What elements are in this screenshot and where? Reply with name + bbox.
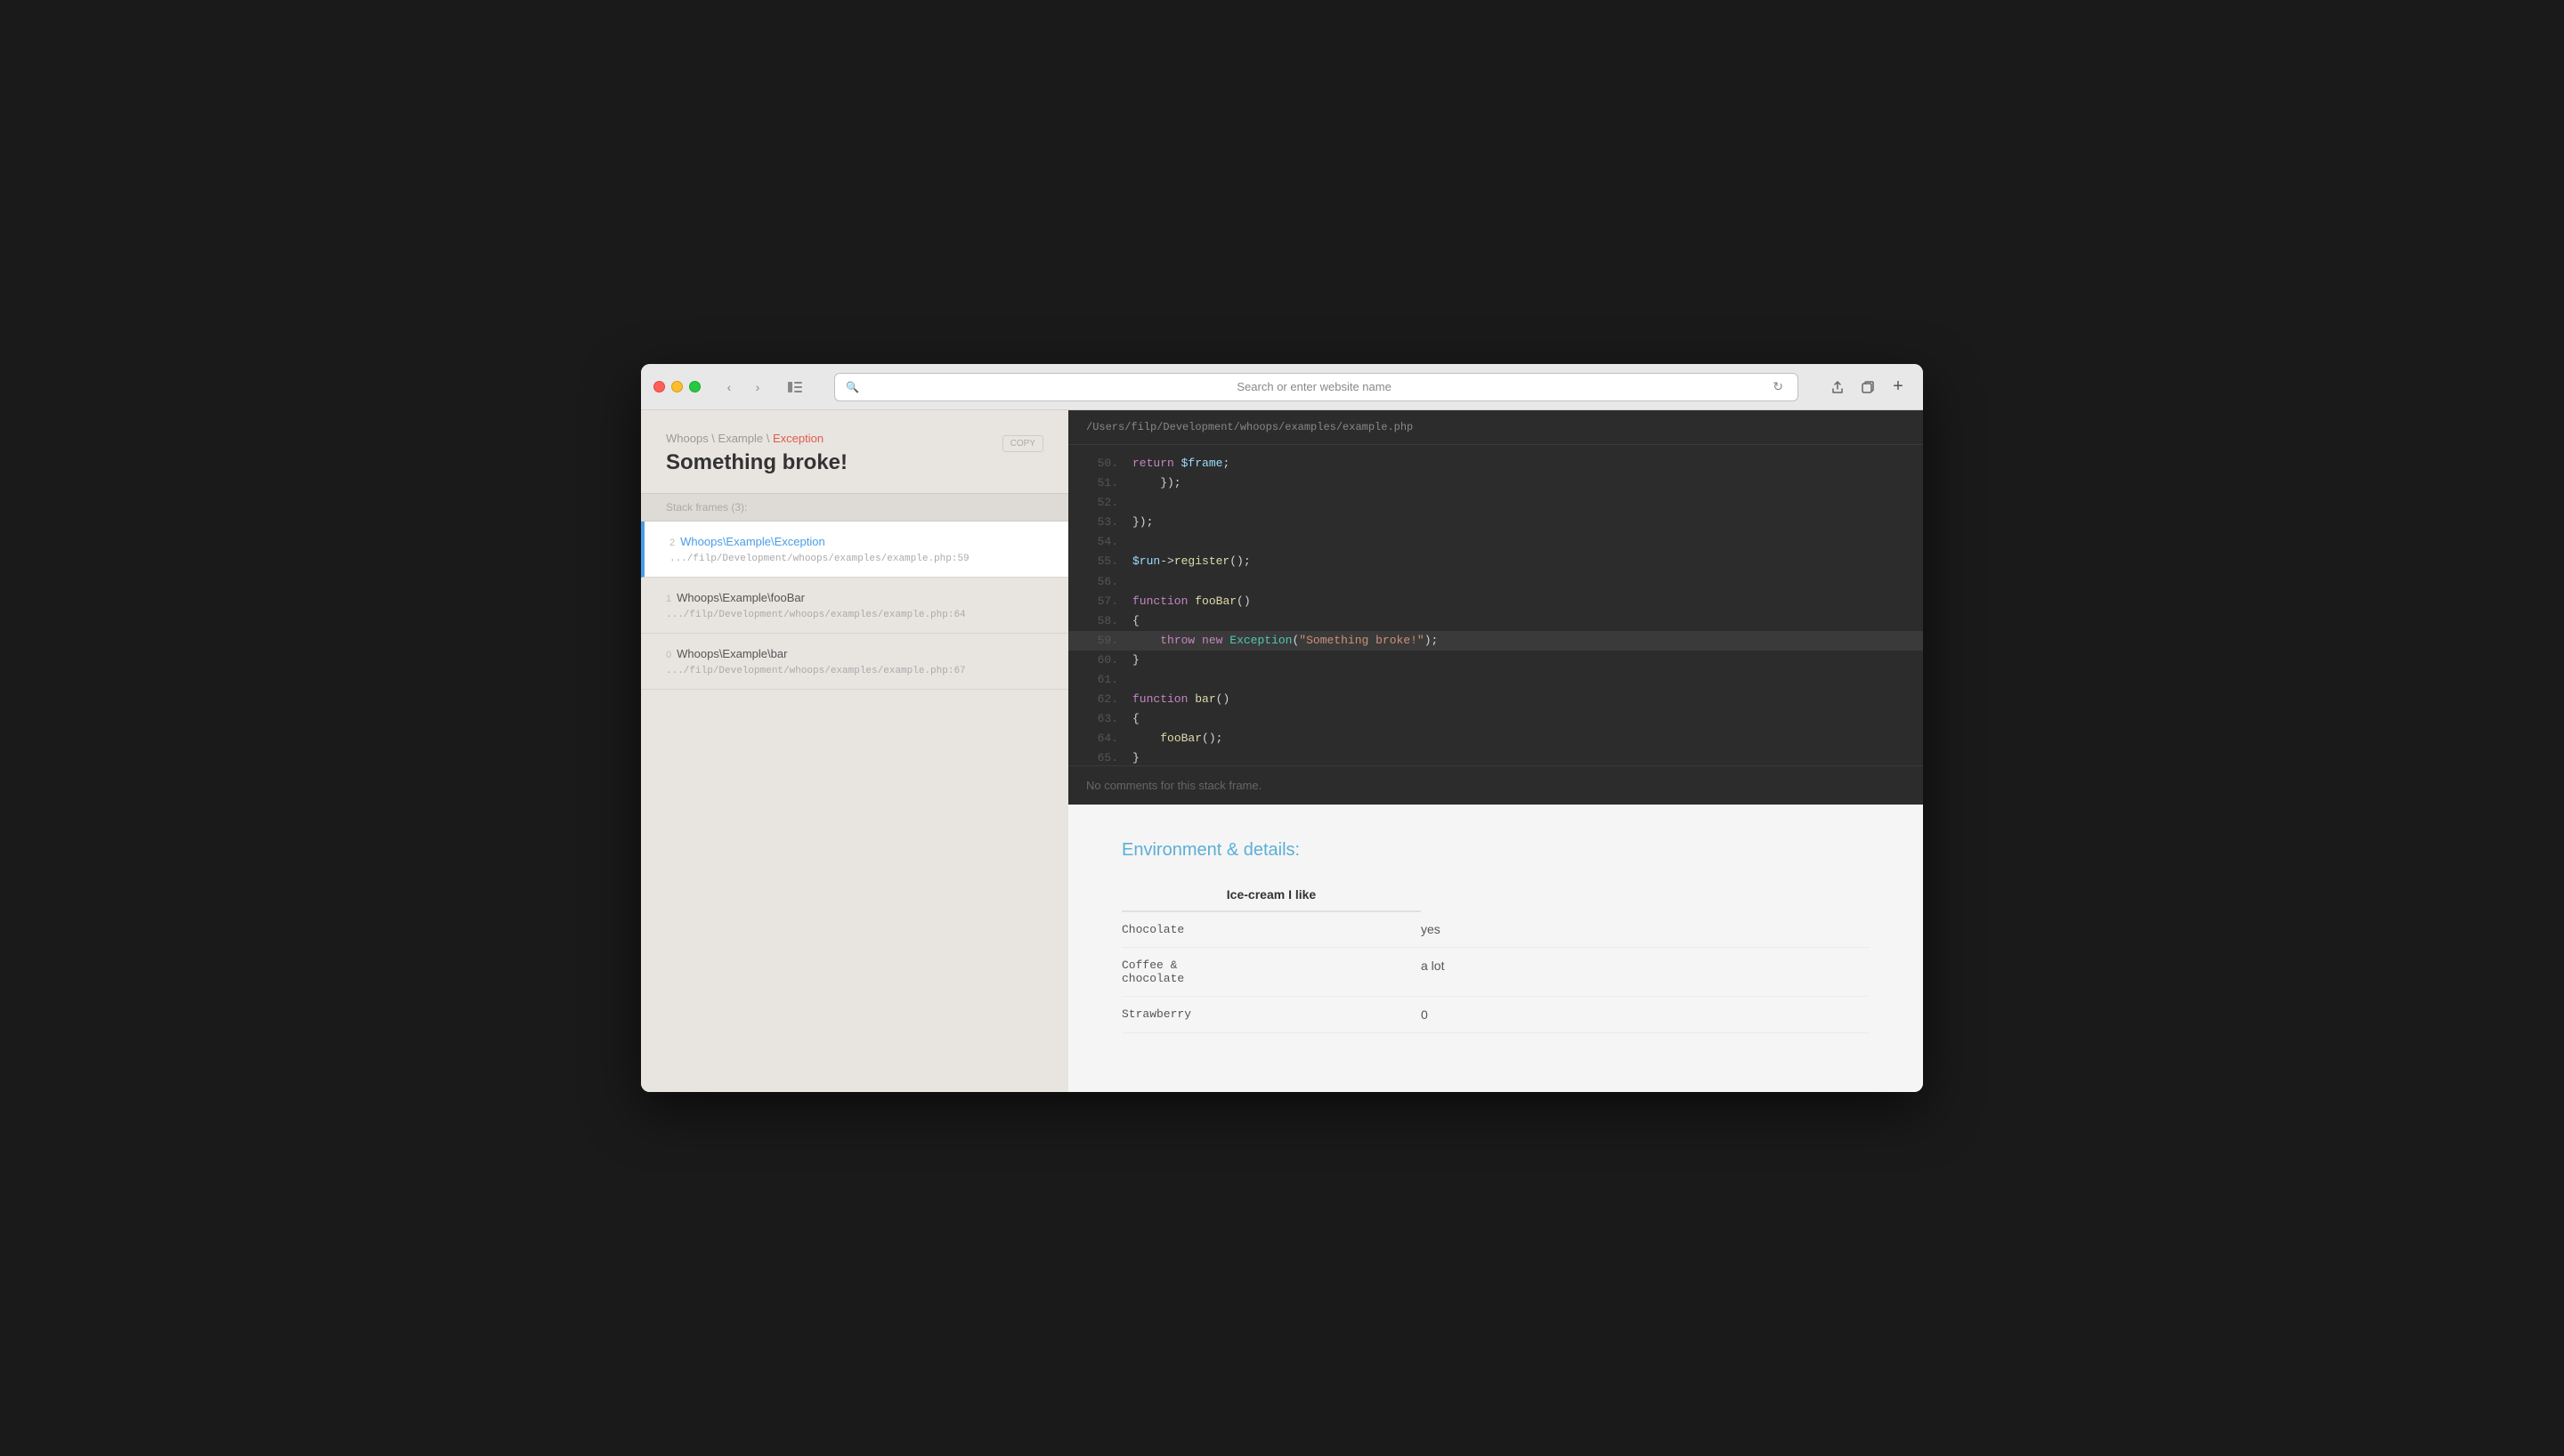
code-line-56: 56.: [1068, 572, 1923, 592]
close-button[interactable]: [653, 381, 665, 392]
code-line-54: 54.: [1068, 532, 1923, 552]
code-line-61: 61.: [1068, 670, 1923, 690]
table-row-2: Strawberry 0: [1122, 997, 1870, 1033]
main-content: Whoops \ Example \ Exception COPY Someth…: [641, 410, 1923, 1092]
row-key-2: Strawberry: [1122, 997, 1421, 1033]
nav-buttons: ‹ ›: [717, 375, 770, 400]
right-panel: /Users/filp/Development/whoops/examples/…: [1068, 410, 1923, 1092]
code-line-55: 55. $run->register();: [1068, 552, 1923, 571]
row-value-2: 0: [1421, 997, 1870, 1033]
exception-title: Something broke!: [666, 450, 1043, 475]
frame-file-2: .../filp/Development/whoops/examples/exa…: [666, 666, 1043, 676]
code-line-52: 52.: [1068, 493, 1923, 513]
code-line-53: 53. });: [1068, 513, 1923, 532]
code-line-65: 65. }: [1068, 748, 1923, 765]
stack-frame-2[interactable]: 0 Whoops\Example\bar .../filp/Development…: [641, 634, 1068, 690]
stack-frames-label: Stack frames (3):: [641, 493, 1068, 522]
table-row-1: Coffee &chocolate a lot: [1122, 948, 1870, 997]
frame-number-1: 1: [666, 594, 671, 604]
duplicate-button[interactable]: [1855, 375, 1880, 400]
address-bar-text: Search or enter website name: [866, 380, 1762, 393]
stack-frame-1[interactable]: 1 Whoops\Example\fooBar .../filp/Developm…: [641, 578, 1068, 634]
no-comments-text: No comments for this stack frame.: [1068, 765, 1923, 805]
sidebar-toggle-button[interactable]: [783, 375, 807, 400]
details-table: Ice-cream I like Chocolate yes Coffee &c…: [1122, 878, 1870, 1033]
frame-file-0: .../filp/Development/whoops/examples/exa…: [669, 554, 1043, 564]
new-tab-button[interactable]: +: [1886, 375, 1911, 400]
code-line-63: 63. {: [1068, 709, 1923, 729]
toolbar-right: +: [1825, 375, 1911, 400]
stack-frames-list: 2 Whoops\Example\Exception .../filp/Devel…: [641, 522, 1068, 1092]
row-key-0: Chocolate: [1122, 911, 1421, 948]
reload-button[interactable]: ↻: [1769, 379, 1787, 394]
frame-file-1: .../filp/Development/whoops/examples/exa…: [666, 610, 1043, 620]
copy-button[interactable]: COPY: [1002, 435, 1043, 452]
minimize-button[interactable]: [671, 381, 683, 392]
breadcrumb-exception: Exception: [773, 432, 824, 445]
left-panel: Whoops \ Example \ Exception COPY Someth…: [641, 410, 1068, 1092]
search-icon: 🔍: [846, 381, 859, 393]
code-line-60: 60. }: [1068, 651, 1923, 670]
code-line-64: 64. fooBar();: [1068, 729, 1923, 748]
row-key-1: Coffee &chocolate: [1122, 948, 1421, 997]
code-line-62: 62. function bar(): [1068, 690, 1923, 709]
frame-class-1: Whoops\Example\fooBar: [677, 591, 805, 604]
code-block[interactable]: 50. return $frame; 51. }); 52. 53. });: [1068, 445, 1923, 765]
frame-number-0: 2: [669, 538, 675, 548]
code-line-57: 57. function fooBar(): [1068, 592, 1923, 611]
back-button[interactable]: ‹: [717, 375, 742, 400]
address-bar[interactable]: 🔍 Search or enter website name ↻: [834, 373, 1798, 401]
frame-class-0: Whoops\Example\Exception: [680, 535, 825, 548]
row-value-0: yes: [1421, 911, 1870, 948]
exception-header: Whoops \ Example \ Exception COPY Someth…: [641, 410, 1068, 493]
frame-number-2: 0: [666, 650, 671, 660]
traffic-lights: [653, 381, 701, 392]
table-row-0: Chocolate yes: [1122, 911, 1870, 948]
code-line-58: 58. {: [1068, 611, 1923, 631]
table-header: Ice-cream I like: [1122, 878, 1421, 911]
code-line-59: 59. throw new Exception("Something broke…: [1068, 631, 1923, 651]
breadcrumb-prefix: Whoops \ Example \: [666, 432, 773, 445]
breadcrumb: Whoops \ Example \ Exception COPY: [666, 432, 1043, 445]
row-value-1: a lot: [1421, 948, 1870, 997]
code-line-50: 50. return $frame;: [1068, 454, 1923, 473]
forward-button[interactable]: ›: [745, 375, 770, 400]
maximize-button[interactable]: [689, 381, 701, 392]
title-bar: ‹ › 🔍 Search or enter website name ↻: [641, 364, 1923, 410]
environment-title: Environment & details:: [1122, 840, 1870, 861]
frame-class-2: Whoops\Example\bar: [677, 647, 787, 660]
code-panel: /Users/filp/Development/whoops/examples/…: [1068, 410, 1923, 805]
code-line-51: 51. });: [1068, 473, 1923, 493]
browser-window: ‹ › 🔍 Search or enter website name ↻: [641, 364, 1923, 1092]
details-panel[interactable]: Environment & details: Ice-cream I like …: [1068, 805, 1923, 1092]
share-button[interactable]: [1825, 375, 1850, 400]
stack-frame-0[interactable]: 2 Whoops\Example\Exception .../filp/Devel…: [641, 522, 1068, 578]
file-path: /Users/filp/Development/whoops/examples/…: [1068, 410, 1923, 445]
